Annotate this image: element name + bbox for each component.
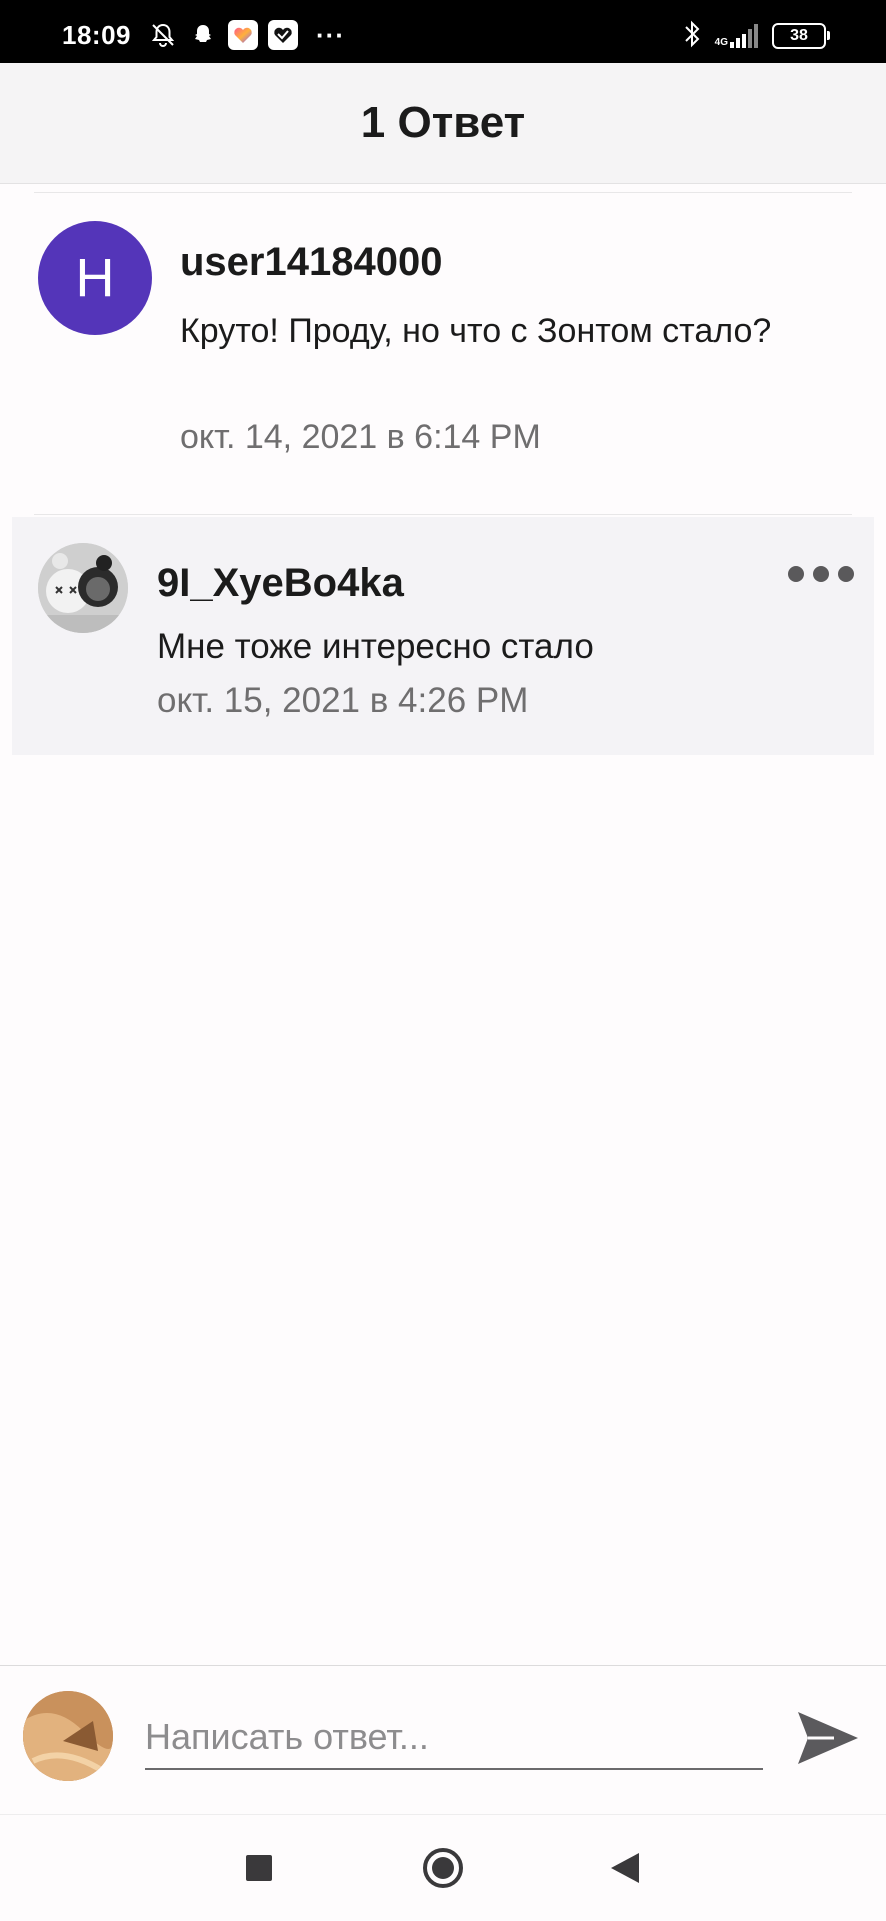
recents-square-icon[interactable] [234,1843,284,1893]
back-triangle-icon[interactable] [600,1843,650,1893]
send-icon[interactable] [794,1706,862,1770]
reply-input[interactable] [145,1712,763,1770]
reply-date: окт. 15, 2021 в 4:26 PM [157,681,529,720]
battery-icon: 38 [772,23,830,49]
comment-text: Круто! Проду, но что с Зонтом стало? [180,312,772,350]
bell-off-icon [148,20,178,50]
page-title: 1 Ответ [360,98,526,147]
divider [34,192,852,193]
reply-composer [0,1665,886,1814]
signal-icon: 4G [715,24,760,48]
network-type: 4G [714,37,728,48]
battery-level: 38 [790,27,808,44]
status-system-icons: 4G 38 [681,20,830,50]
snapchat-icon [188,20,218,50]
more-horizontal-icon[interactable] [788,559,854,589]
reply-item: 9I_XyeBo4ka Мне тоже интересно стало окт… [12,517,874,755]
reply-username[interactable]: 9I_XyeBo4ka [157,561,404,606]
avatar[interactable]: H [38,221,152,335]
divider [34,514,852,515]
bluetooth-icon [681,19,703,54]
reply-text: Мне тоже интересно стало [157,627,594,666]
status-notification-icons: ··· [148,19,345,50]
home-circle-icon[interactable] [418,1843,468,1893]
comment-username[interactable]: user14184000 [180,240,442,285]
comment-date: окт. 14, 2021 в 6:14 PM [180,418,541,456]
more-notifications-indicator: ··· [316,19,345,50]
status-bar: 18:09 ··· 4G 38 [0,0,886,63]
avatar[interactable] [38,543,128,633]
status-time: 18:09 [62,20,131,50]
replies-header: 1 Ответ [0,63,886,184]
avatar [23,1691,113,1781]
heart-app-2-icon [268,20,298,50]
system-nav-bar [0,1814,886,1921]
avatar-letter: H [75,248,115,308]
heart-app-icon [228,20,258,50]
